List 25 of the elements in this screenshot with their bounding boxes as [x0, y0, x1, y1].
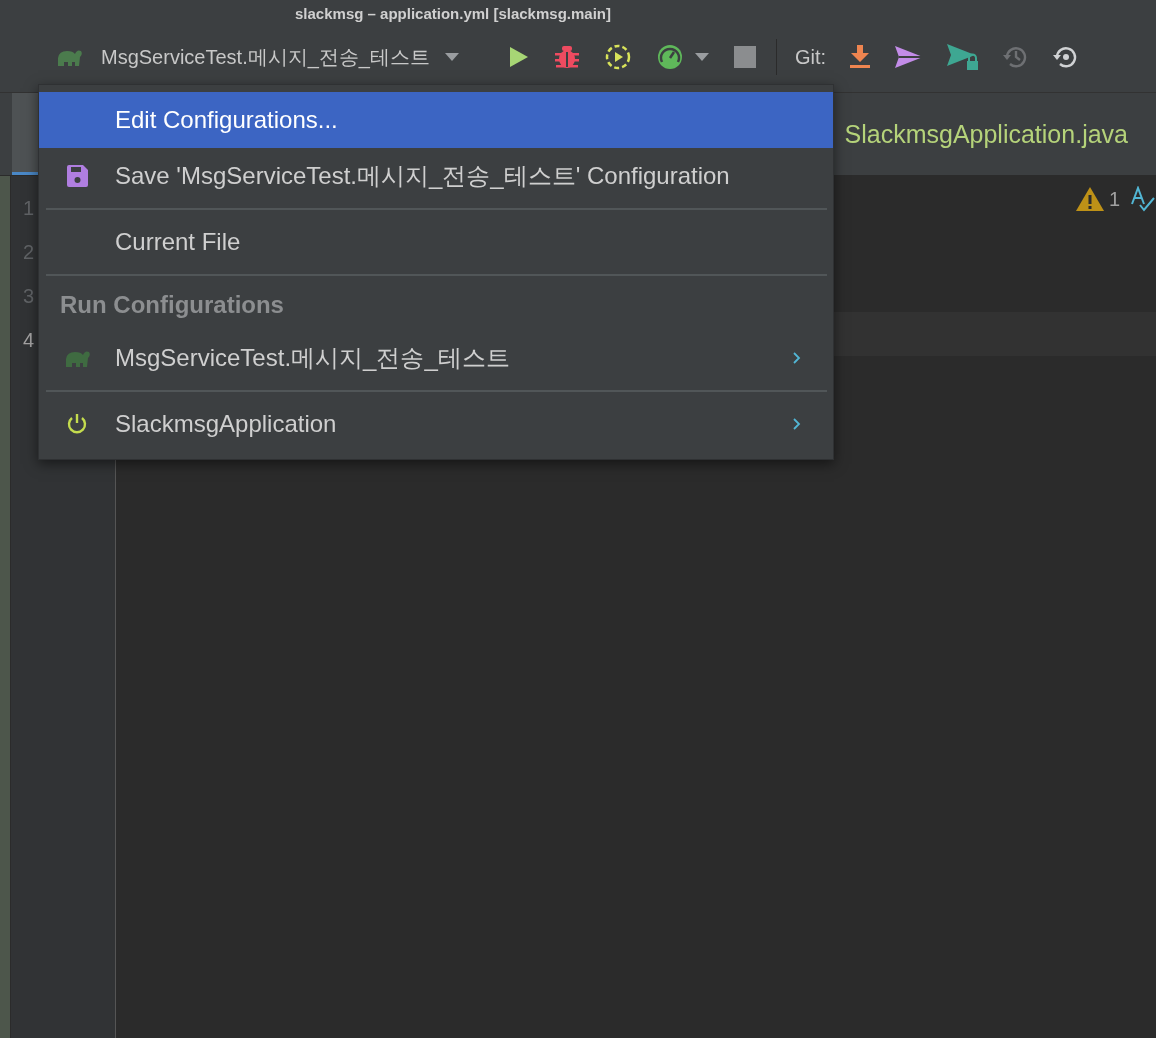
editor-tab[interactable]: SlackmsgApplication.java [844, 119, 1128, 149]
gauge-icon [655, 43, 684, 71]
menu-item[interactable]: Save 'MsgServiceTest.메시지_전송_테스트' Configuration [39, 148, 833, 204]
menu-section-header: Run Configurations [59, 290, 285, 320]
bug-icon[interactable] [553, 44, 580, 70]
line-number: 4 [23, 328, 35, 353]
warning-icon [1074, 186, 1105, 212]
send-lock-icon[interactable] [946, 43, 981, 71]
stop-icon[interactable] [733, 46, 756, 68]
send-arrow-icon[interactable] [894, 45, 925, 69]
window-title: slackmsg – application.yml [slackmsg.main] [295, 5, 611, 22]
menu-item[interactable]: Current File [39, 214, 833, 270]
spellcheck-icon [1130, 186, 1156, 212]
caret-icon [693, 52, 710, 62]
profiler-button[interactable] [655, 43, 710, 71]
menu-item[interactable]: MsgServiceTest.메시지_전송_테스트 [39, 330, 833, 386]
warning-count: 1 [1108, 187, 1120, 211]
download-arrow-icon[interactable] [848, 44, 873, 70]
menu-item[interactable]: Edit Configurations... [39, 92, 833, 148]
caret-icon [443, 52, 460, 62]
coverage-icon[interactable] [603, 43, 632, 71]
git-label: Git: [794, 45, 827, 69]
run-config-selector[interactable]: MsgServiceTest.메시지_전송_테스트 [95, 39, 466, 75]
menu-item[interactable]: SlackmsgApplication [39, 396, 833, 452]
power-icon [65, 412, 89, 436]
